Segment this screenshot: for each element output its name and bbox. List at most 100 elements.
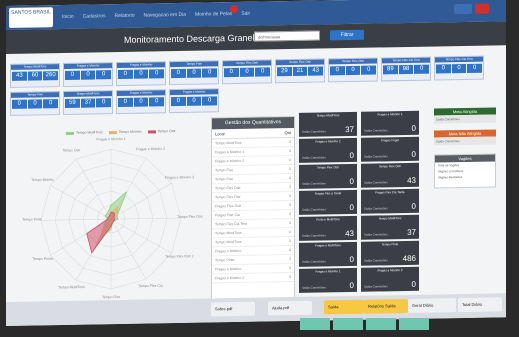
card-value: 0: [65, 70, 80, 80]
counter-label: Saída Caminhões: [302, 207, 326, 212]
counter-card: Fragas e Moinho 1 Saída Caminhões 0: [299, 267, 357, 293]
counter-value: 0: [411, 149, 416, 159]
row-value: 0: [289, 194, 291, 199]
card-value: 0: [12, 99, 27, 109]
counter-value: 37: [345, 124, 354, 135]
card-value: 0: [224, 67, 239, 78]
user-button[interactable]: [454, 3, 472, 15]
counter-label: Saída Caminhões: [364, 206, 388, 211]
vagoes-row: Vagões Restantes: [438, 175, 463, 180]
counter-value: 37: [407, 227, 416, 237]
card-value: 89: [383, 65, 398, 75]
counter-label: Saída Caminhões: [364, 232, 388, 237]
radar-axis-label: Fragas e Moinho 1: [96, 137, 125, 142]
card-value: 0: [133, 69, 149, 79]
counter-title: Tempo MoMTons: [378, 216, 402, 221]
summary-card: Tempo Fixe 0 0 0: [10, 91, 60, 116]
taskbar-item[interactable]: Geral Diário: [408, 298, 456, 313]
taskbar-item[interactable]: Saída: [324, 299, 364, 315]
row-value: 0: [289, 275, 291, 280]
nav-cadastros[interactable]: Cadastros: [83, 13, 106, 19]
card-value: 0: [186, 68, 202, 78]
radar-axis-label: Tempo Ostr: [62, 148, 81, 152]
desk-stickers: [300, 318, 429, 330]
gestao-rows: Tempo MoMTons 0 Fragas e Moinho 1 0 Fragas e…: [212, 137, 294, 284]
taskbar-item[interactable]: Ajuda.pdf: [268, 300, 312, 316]
row-label: Tempo MoMTons: [215, 230, 242, 236]
taskbar-item[interactable]: Sobre.pdf: [211, 301, 255, 317]
counter-label: Saída Caminhões: [302, 285, 326, 290]
row-value: 0: [289, 140, 291, 145]
main-nav: Inicio Cadastros Relatorio Navegacao em …: [62, 2, 250, 29]
col-local: Local: [215, 131, 225, 137]
counter-value: 0: [349, 150, 354, 161]
row-value: 0: [289, 176, 291, 181]
counter-card: Fragas Frigel Saída Caminhões 0: [361, 136, 419, 162]
row-label: Tempo MoMTons: [215, 140, 242, 146]
nav-moinho[interactable]: Moinho de Pelas: [195, 11, 232, 18]
counter-card: Fragas e MoMTons Saída Caminhões 0: [299, 241, 357, 267]
taskbar-item[interactable]: Total Diário: [458, 297, 502, 313]
card-value: 0: [255, 67, 271, 77]
summary-card: Tempo Flex Ostr 29 21 43: [275, 58, 325, 84]
card-value: 43: [308, 66, 324, 76]
radar-spoke: [75, 159, 112, 220]
row-value: 0: [289, 185, 291, 190]
counter-title: Tempo Flex Ostr: [378, 164, 401, 169]
counter-value: 0: [349, 254, 354, 265]
meta-nao-atingida-label: Saída Caminhões: [434, 136, 496, 146]
counter-label: Saída Caminhões: [302, 155, 326, 160]
card-value: 0: [118, 97, 133, 108]
counter-card: Fragas Flex e Tarde Saída Caminhões 0: [299, 189, 357, 215]
radar-spoke: [50, 185, 112, 220]
radar-chart: Fragas e Moinho 1 Fragas e Moinho 2 Fragas…: [22, 137, 203, 299]
taskbar-item[interactable]: Relatório Saída: [364, 298, 408, 314]
summary-card: Fragas e Moinho 0 0 0: [169, 88, 219, 114]
card-value: 37: [80, 98, 96, 108]
counter-title: Tempo Flex Ostr: [316, 165, 339, 170]
radar-axis-label: Tempo Moinho: [31, 178, 54, 182]
nav-sair[interactable]: Sair: [241, 11, 250, 17]
row-value: 0: [289, 257, 291, 262]
radar-axis-label: Tempo Ponta: [32, 257, 53, 261]
counter-title: Tempo Pinte: [381, 242, 399, 247]
radar-axis-label: Fragas e Moinho 2: [136, 147, 165, 152]
row-value: 0: [289, 230, 291, 235]
summary-card: Fragas e Moinho 0 0 0: [116, 61, 166, 87]
row-label: Tempo Flex Ostr: [215, 194, 241, 200]
counter-label: Saída Caminhões: [302, 129, 326, 134]
counter-title: Fragas e Moinho 2: [315, 139, 341, 144]
filter-button[interactable]: Filtrar: [330, 29, 364, 41]
col-qty: Qtd: [284, 130, 291, 136]
counter-value: 0: [411, 279, 416, 289]
card-value: 98: [398, 64, 414, 75]
row-value: 0: [289, 239, 291, 244]
summary-card: Tempo MoMTons 59 37 0: [63, 90, 113, 116]
nav-inicio[interactable]: Inicio: [62, 14, 74, 20]
nav-navegacao[interactable]: Navegacao em Dia: [144, 12, 187, 19]
row-value: 0: [289, 158, 291, 163]
row-value: 0: [289, 167, 291, 172]
card-value: 21: [292, 66, 308, 76]
logout-button[interactable]: [475, 3, 489, 14]
counter-value: 0: [349, 176, 354, 187]
card-value: 0: [451, 63, 467, 74]
counter-title: Fragas e Moinho 1: [377, 112, 403, 117]
counter-title: Fragas Flex Cia Tarde: [375, 190, 405, 195]
counter-value: 0: [411, 123, 416, 133]
counter-title: Tempo MoMTons: [316, 113, 340, 118]
row-value: 0: [289, 149, 291, 154]
row-value: 0: [289, 203, 291, 208]
table-row: Fragas e Moinho 2 0: [212, 272, 294, 284]
card-value: 0: [171, 96, 186, 107]
date-input[interactable]: dd/mm/aaaa: [254, 30, 320, 42]
card-value: 0: [96, 70, 112, 80]
nav-relatorio[interactable]: Relatorio: [114, 13, 134, 19]
summary-card: Fragas e Moinho 0 0 0: [116, 89, 166, 115]
card-value: 0: [149, 97, 165, 107]
row-value: 0: [289, 212, 291, 217]
radar-axis-label: Tempo Fixe: [102, 295, 120, 299]
counter-label: Saída Caminhões: [302, 181, 326, 186]
radar-axis-label: Tempo Flex Cia: [138, 284, 162, 288]
counter-value: 0: [349, 202, 354, 213]
